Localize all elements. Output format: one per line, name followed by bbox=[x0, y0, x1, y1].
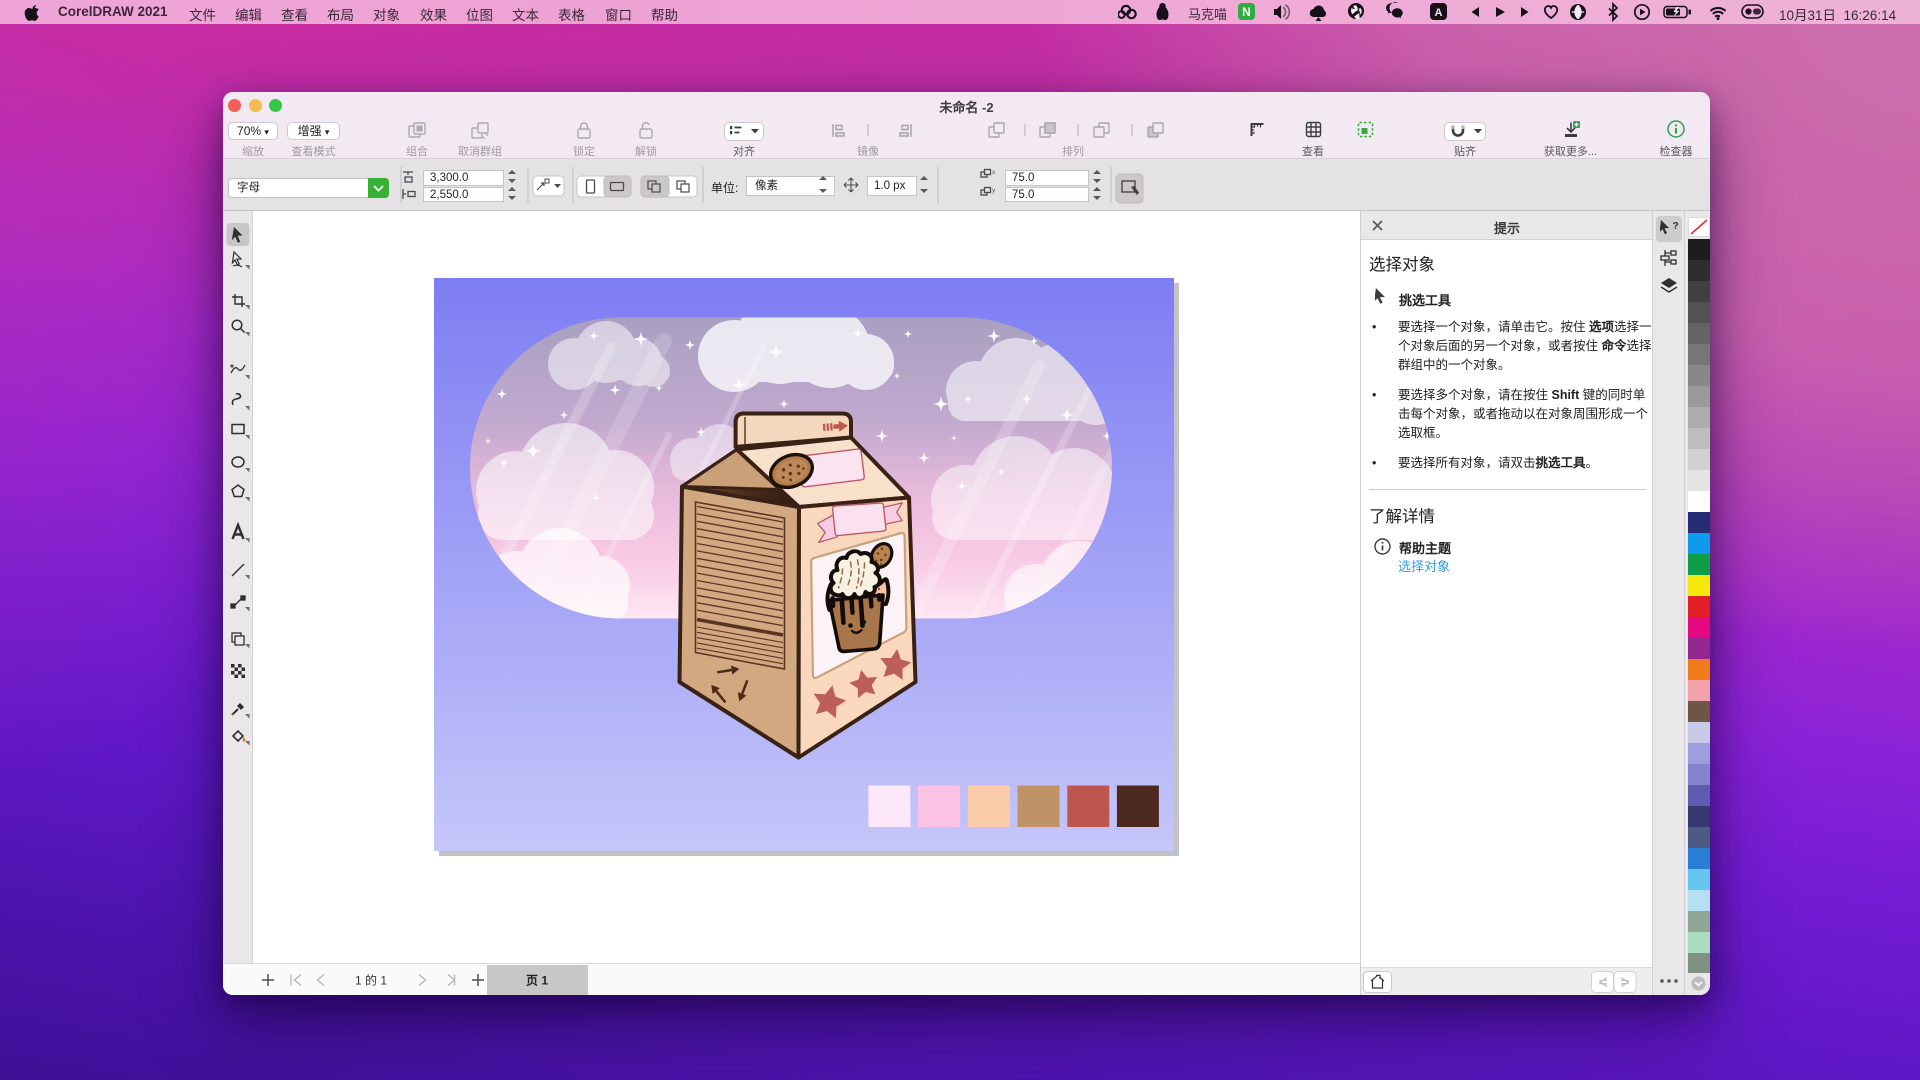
svg-text:1 的 1: 1 的 1 bbox=[355, 973, 387, 988]
svg-text:y: y bbox=[992, 187, 996, 194]
svg-text:A: A bbox=[1435, 7, 1443, 19]
svg-text:页 1: 页 1 bbox=[526, 974, 548, 988]
svg-text:N: N bbox=[1242, 5, 1251, 19]
svg-text:?: ? bbox=[1673, 221, 1679, 232]
svg-text:x: x bbox=[992, 169, 996, 176]
